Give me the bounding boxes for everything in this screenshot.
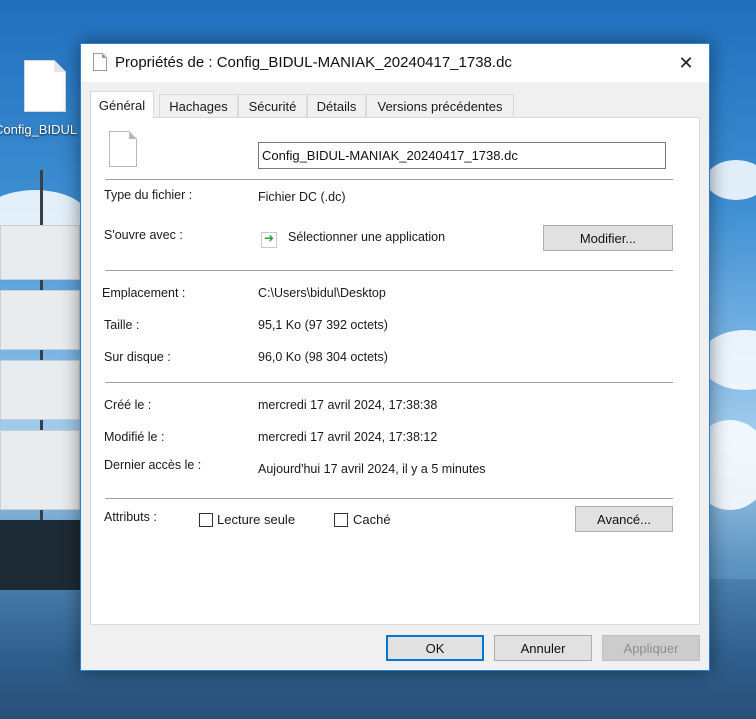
accessed-value: Aujourd'hui 17 avril 2024, il y a 5 minu… [258, 462, 486, 476]
desktop-file-label: Config_BIDUL [0, 122, 78, 137]
file-icon [93, 53, 107, 71]
ship-sail [0, 360, 80, 420]
close-icon: ✕ [678, 52, 694, 73]
tab-details[interactable]: Détails [307, 94, 366, 117]
desktop-file-icon[interactable]: Config_BIDUL [0, 56, 82, 144]
general-panel: Type du fichier : Fichier DC (.dc) S'ouv… [90, 117, 700, 625]
disk-size-value: 96,0 Ko (98 304 octets) [258, 350, 388, 364]
divider [105, 498, 673, 499]
attributes-label: Attributs : [104, 510, 157, 524]
file-icon [109, 131, 137, 167]
modified-label: Modifié le : [104, 430, 165, 444]
tab-hashes[interactable]: Hachages [159, 94, 238, 117]
tab-security[interactable]: Sécurité [238, 94, 307, 117]
readonly-checkbox[interactable] [199, 513, 213, 527]
created-value: mercredi 17 avril 2024, 17:38:38 [258, 398, 438, 412]
ship-sail [0, 290, 80, 350]
advanced-button[interactable]: Avancé... [575, 506, 673, 532]
ok-button[interactable]: OK [386, 635, 484, 661]
file-icon [24, 60, 66, 112]
hidden-label[interactable]: Caché [353, 512, 391, 527]
opens-with-label: S'ouvre avec : [104, 228, 183, 242]
hidden-checkbox[interactable] [334, 513, 348, 527]
apply-button[interactable]: Appliquer [602, 635, 700, 661]
divider [105, 270, 673, 271]
cancel-button[interactable]: Annuler [494, 635, 592, 661]
divider [105, 382, 673, 383]
ship-hull [0, 520, 80, 590]
opens-with-value: Sélectionner une application [288, 230, 446, 244]
title-bar[interactable]: Propriétés de : Config_BIDUL-MANIAK_2024… [81, 44, 709, 82]
window-title: Propriétés de : Config_BIDUL-MANIAK_2024… [115, 54, 512, 71]
type-label: Type du fichier : [104, 188, 193, 202]
app-select-icon [261, 231, 277, 248]
divider [105, 179, 673, 180]
accessed-label: Dernier accès le : [104, 458, 202, 472]
location-label: Emplacement : [102, 286, 186, 300]
type-value: Fichier DC (.dc) [258, 190, 346, 204]
ship-sail [0, 225, 80, 280]
cloud [706, 160, 756, 200]
modify-button[interactable]: Modifier... [543, 225, 673, 251]
tab-general[interactable]: Général [90, 91, 154, 118]
close-button[interactable]: ✕ [663, 44, 709, 82]
tab-previous-versions[interactable]: Versions précédentes [366, 94, 514, 117]
modified-value: mercredi 17 avril 2024, 17:38:12 [258, 430, 438, 444]
size-value: 95,1 Ko (97 392 octets) [258, 318, 388, 332]
properties-dialog: Propriétés de : Config_BIDUL-MANIAK_2024… [80, 43, 710, 671]
readonly-label[interactable]: Lecture seule [217, 512, 295, 527]
ship-sail [0, 430, 80, 510]
disk-size-label: Sur disque : [104, 350, 171, 364]
created-label: Créé le : [104, 398, 152, 412]
file-name-input[interactable] [258, 142, 666, 169]
location-value: C:\Users\bidul\Desktop [258, 286, 386, 300]
size-label: Taille : [104, 318, 140, 332]
